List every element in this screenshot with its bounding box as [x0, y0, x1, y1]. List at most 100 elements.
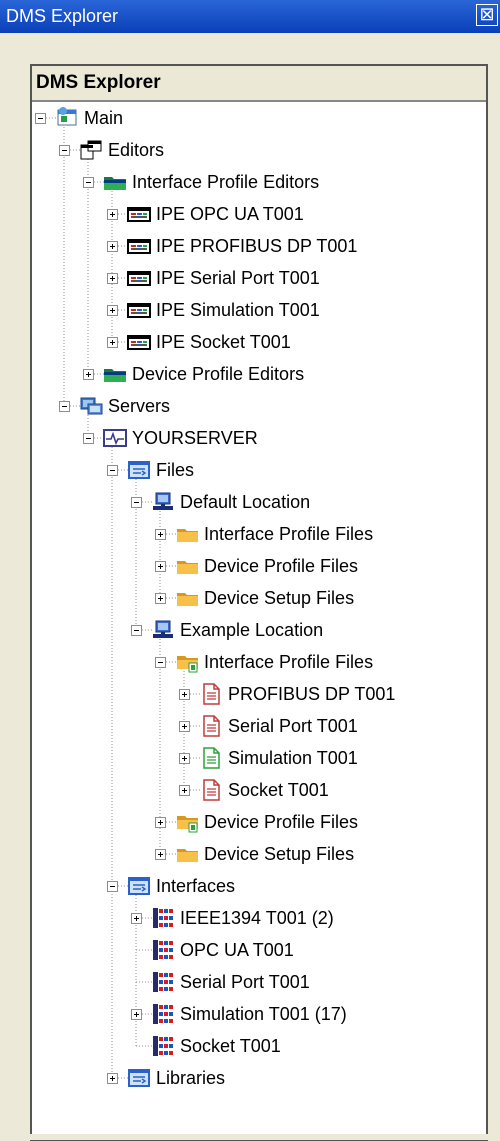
collapse-toggle[interactable]: [131, 625, 142, 636]
folder-icon: [174, 523, 200, 545]
editor-window-icon: [126, 203, 152, 225]
tree-item-label: Device Setup Files: [204, 844, 355, 864]
tree-item[interactable]: Interface Profile Files: [174, 648, 373, 676]
expand-toggle[interactable]: [155, 817, 166, 828]
expand-toggle[interactable]: [83, 369, 94, 380]
tree-item-label: Default Location: [180, 492, 311, 512]
explorer-panel: DMS Explorer Main Editors Interface Profil…: [0, 33, 500, 1141]
expand-toggle[interactable]: [155, 593, 166, 604]
server-monitor-icon: [102, 427, 128, 449]
editor-window-icon: [126, 235, 152, 257]
expand-toggle[interactable]: [155, 561, 166, 572]
tree-item[interactable]: YOURSERVER: [102, 424, 258, 452]
tree-item[interactable]: Default Location: [150, 488, 310, 516]
document-red-icon: [198, 683, 224, 705]
expand-toggle[interactable]: [155, 849, 166, 860]
collapse-toggle[interactable]: [107, 881, 118, 892]
expand-toggle[interactable]: [131, 913, 142, 924]
collapse-toggle[interactable]: [155, 657, 166, 668]
servers-icon: [78, 395, 104, 417]
tree-item[interactable]: Serial Port T001: [150, 968, 310, 996]
tree-item[interactable]: OPC UA T001: [150, 936, 294, 964]
tree-item[interactable]: IPE PROFIBUS DP T001: [126, 232, 357, 260]
editor-window-icon: [126, 267, 152, 289]
tree-item[interactable]: Interface Profile Editors: [102, 168, 319, 196]
tree-item-label: Device Profile Files: [204, 812, 359, 832]
interface-block-icon: [150, 1035, 176, 1057]
tree-item[interactable]: Device Profile Editors: [102, 360, 304, 388]
tree-item[interactable]: Servers: [78, 392, 170, 420]
tree-item[interactable]: Interface Profile Files: [174, 520, 373, 548]
expand-toggle[interactable]: [179, 753, 190, 764]
expand-toggle[interactable]: [179, 785, 190, 796]
tree-item[interactable]: Editors: [78, 136, 164, 164]
interface-block-icon: [150, 939, 176, 961]
collapse-toggle[interactable]: [131, 497, 142, 508]
tree-item[interactable]: Device Profile Files: [174, 552, 358, 580]
expand-toggle[interactable]: [179, 721, 190, 732]
tree-item[interactable]: Device Profile Files: [174, 808, 358, 836]
collapse-toggle[interactable]: [59, 145, 70, 156]
tree-item-label: Socket T001: [228, 780, 329, 800]
tree-item[interactable]: Device Setup Files: [174, 584, 354, 612]
collapse-toggle[interactable]: [35, 113, 46, 124]
tree-item-label: Device Profile Files: [204, 556, 359, 576]
tree-item-label: IPE Simulation T001: [156, 300, 320, 320]
tree-item[interactable]: Socket T001: [150, 1032, 281, 1060]
tree-item[interactable]: Device Setup Files: [174, 840, 354, 868]
expand-toggle[interactable]: [107, 209, 118, 220]
folder-icon: [174, 587, 200, 609]
tree-item[interactable]: IPE Serial Port T001: [126, 264, 320, 292]
tree-item[interactable]: PROFIBUS DP T001: [198, 680, 395, 708]
tree-item-label: Socket T001: [180, 1036, 281, 1056]
tree-view[interactable]: DMS Explorer Main Editors Interface Profil…: [30, 64, 488, 1141]
tree-item[interactable]: Main: [54, 104, 123, 132]
tree-item[interactable]: IPE OPC UA T001: [126, 200, 304, 228]
tree-item[interactable]: Socket T001: [198, 776, 329, 804]
tree-item[interactable]: IPE Socket T001: [126, 328, 291, 356]
tree-item-label: IPE OPC UA T001: [156, 204, 304, 224]
expand-toggle[interactable]: [107, 273, 118, 284]
interface-block-icon: [150, 971, 176, 993]
tree-item[interactable]: Simulation T001: [198, 744, 358, 772]
tree-item[interactable]: Serial Port T001: [198, 712, 358, 740]
document-red-icon: [198, 715, 224, 737]
collapse-toggle[interactable]: [83, 177, 94, 188]
editors-icon: [78, 139, 104, 161]
editor-window-icon: [126, 299, 152, 321]
tree-item-label: Simulation T001 (17): [180, 1004, 347, 1024]
tree-item-label: Device Setup Files: [204, 588, 355, 608]
tree-item[interactable]: IPE Simulation T001: [126, 296, 320, 324]
collapse-toggle[interactable]: [107, 465, 118, 476]
expand-toggle[interactable]: [155, 529, 166, 540]
tree-item[interactable]: Libraries: [126, 1064, 225, 1092]
editor-window-icon: [126, 331, 152, 353]
close-button[interactable]: ⊠: [476, 4, 498, 26]
expand-toggle[interactable]: [107, 241, 118, 252]
collapse-toggle[interactable]: [59, 401, 70, 412]
document-green-icon: [198, 747, 224, 769]
collapse-toggle[interactable]: [83, 433, 94, 444]
expand-toggle[interactable]: [107, 305, 118, 316]
expand-toggle[interactable]: [179, 689, 190, 700]
tree-item-label: Simulation T001: [228, 748, 358, 768]
tree-item[interactable]: Simulation T001 (17): [150, 1000, 347, 1028]
expand-toggle[interactable]: [107, 337, 118, 348]
tree-item-label: Interface Profile Files: [204, 652, 374, 672]
folder-open-icon: [174, 651, 200, 673]
window-title: DMS Explorer: [6, 6, 119, 26]
interface-block-icon: [150, 907, 176, 929]
tree-item[interactable]: Example Location: [150, 616, 323, 644]
interface-block-icon: [150, 1003, 176, 1025]
expand-toggle[interactable]: [131, 1009, 142, 1020]
tree-item[interactable]: Interfaces: [126, 872, 235, 900]
expand-toggle[interactable]: [107, 1073, 118, 1084]
tree-item-label: PROFIBUS DP T001: [228, 684, 396, 704]
tree-item[interactable]: IEEE1394 T001 (2): [150, 904, 334, 932]
tree-item[interactable]: Files: [126, 456, 194, 484]
tree-item-label: OPC UA T001: [180, 940, 294, 960]
tree-item-label: IPE Socket T001: [156, 332, 291, 352]
tree-item-label: IPE PROFIBUS DP T001: [156, 236, 358, 256]
tree-item-label: Interfaces: [156, 876, 236, 896]
tree-item-label: Device Profile Editors: [132, 364, 305, 384]
